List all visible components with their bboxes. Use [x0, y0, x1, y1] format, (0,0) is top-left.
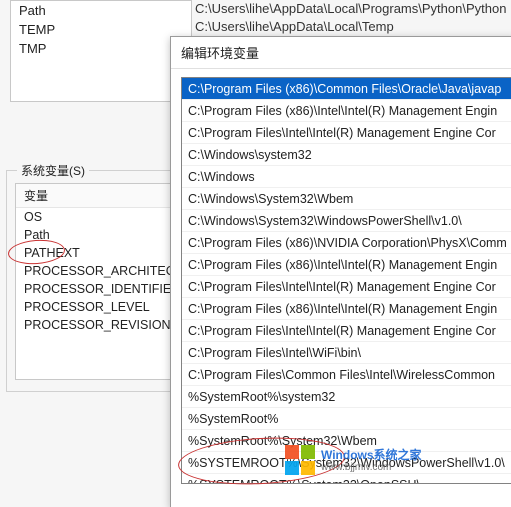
- path-entry[interactable]: C:\Program Files (x86)\Common Files\Orac…: [182, 78, 511, 100]
- path-entry[interactable]: %SYSTEMROOT%\System32\OpenSSH\: [182, 474, 511, 484]
- value-text: C:\Users\lihe\AppData\Local\Programs\Pyt…: [195, 0, 506, 18]
- user-variables-list[interactable]: Path TEMP TMP: [10, 0, 192, 102]
- user-variables-values: C:\Users\lihe\AppData\Local\Programs\Pyt…: [195, 0, 506, 36]
- path-entry[interactable]: C:\Program Files (x86)\Intel\Intel(R) Ma…: [182, 100, 511, 122]
- path-entry[interactable]: C:\Windows\System32\WindowsPowerShell\v1…: [182, 210, 511, 232]
- path-entry[interactable]: C:\Program Files\Common Files\Intel\Wire…: [182, 364, 511, 386]
- path-entry[interactable]: %SystemRoot%: [182, 408, 511, 430]
- path-entry[interactable]: C:\Program Files (x86)\Intel\Intel(R) Ma…: [182, 254, 511, 276]
- list-item[interactable]: TMP: [11, 39, 191, 58]
- path-entry[interactable]: C:\Program Files (x86)\Intel\Intel(R) Ma…: [182, 298, 511, 320]
- path-entry[interactable]: C:\Program Files\Intel\Intel(R) Manageme…: [182, 320, 511, 342]
- path-entry[interactable]: C:\Windows\system32: [182, 144, 511, 166]
- path-entry[interactable]: C:\Program Files\Intel\Intel(R) Manageme…: [182, 122, 511, 144]
- path-entry[interactable]: C:\Program Files\Intel\WiFi\bin\: [182, 342, 511, 364]
- dialog-title: 编辑环境变量: [171, 37, 511, 69]
- path-entry[interactable]: C:\Program Files (x86)\NVIDIA Corporatio…: [182, 232, 511, 254]
- list-item[interactable]: Path: [11, 1, 191, 20]
- path-entry[interactable]: %SystemRoot%\System32\Wbem: [182, 430, 511, 452]
- path-entry[interactable]: C:\Windows: [182, 166, 511, 188]
- list-item[interactable]: TEMP: [11, 20, 191, 39]
- path-entry[interactable]: %SYSTEMROOT%\System32\WindowsPowerShell\…: [182, 452, 511, 474]
- path-entry[interactable]: C:\Windows\System32\Wbem: [182, 188, 511, 210]
- path-entries-list[interactable]: C:\Program Files (x86)\Common Files\Orac…: [181, 77, 511, 484]
- edit-env-var-dialog: 编辑环境变量 C:\Program Files (x86)\Common Fil…: [170, 36, 511, 507]
- group-label: 系统变量(S): [17, 162, 89, 179]
- path-entry[interactable]: C:\Program Files\Intel\Intel(R) Manageme…: [182, 276, 511, 298]
- path-entry[interactable]: %SystemRoot%\system32: [182, 386, 511, 408]
- value-text: C:\Users\lihe\AppData\Local\Temp: [195, 18, 506, 36]
